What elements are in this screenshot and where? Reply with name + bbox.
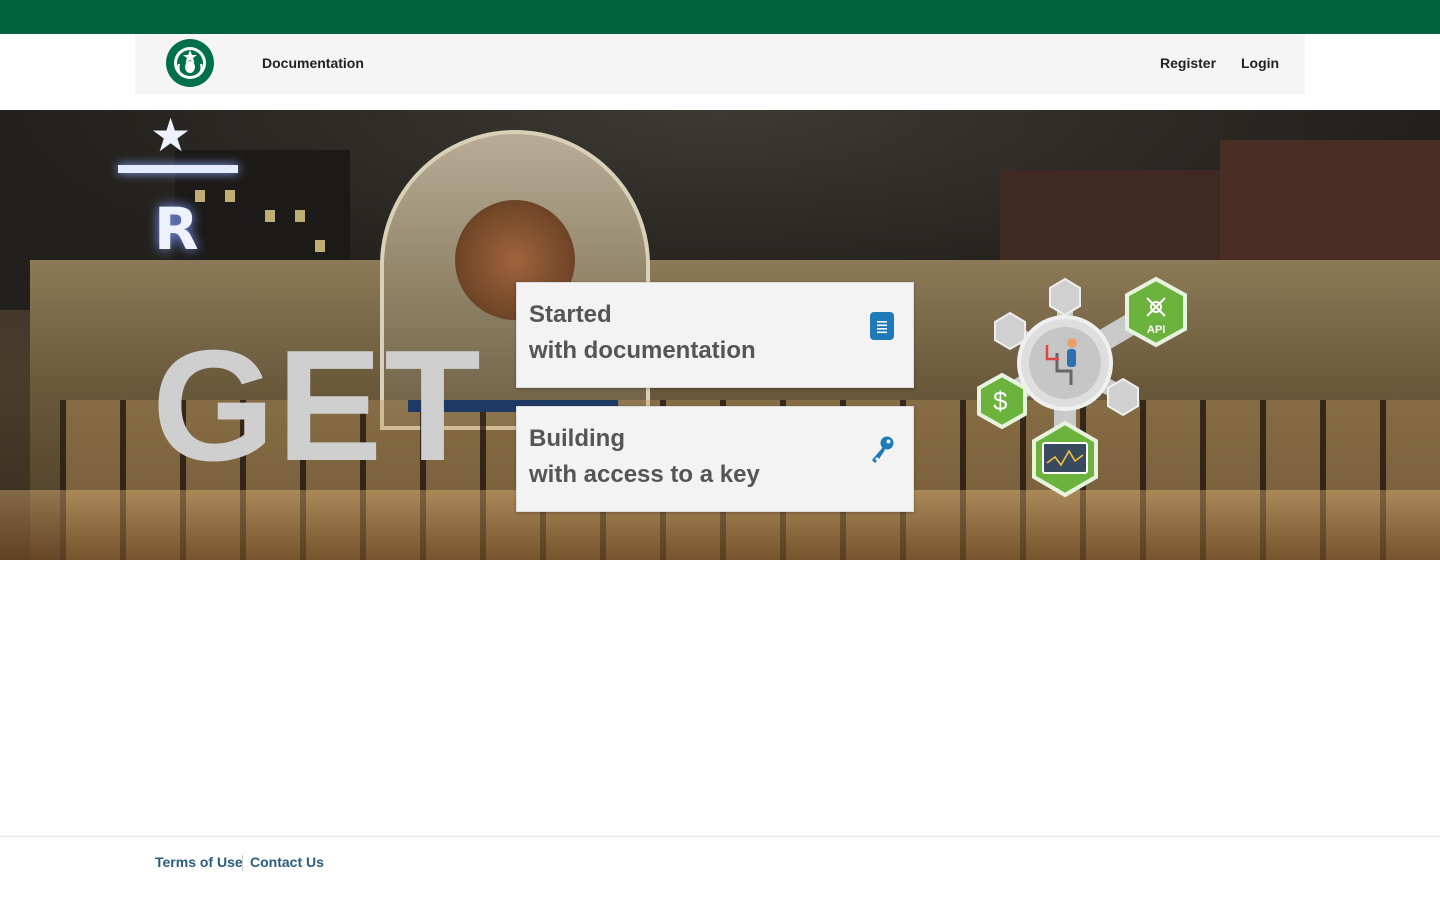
card-title: Started — [529, 301, 612, 328]
card-getting-started[interactable]: Started with documentation — [516, 282, 914, 388]
footer: Terms of Use Contact Us — [0, 836, 1440, 900]
footer-contact-link[interactable]: Contact Us — [250, 854, 324, 870]
svg-text:API: API — [1147, 324, 1165, 336]
footer-terms-link[interactable]: Terms of Use — [155, 854, 243, 870]
monitor-chart-icon — [1032, 420, 1098, 498]
dollar-icon: $ — [977, 372, 1027, 430]
top-brand-bar — [0, 0, 1440, 34]
nav-login-link[interactable]: Login — [1241, 55, 1279, 71]
footer-divider — [242, 855, 243, 871]
api-icon: API — [1125, 276, 1187, 348]
hero-headline: GET — [152, 318, 483, 494]
navigation-bar: Documentation Register Login — [135, 34, 1305, 94]
card-building[interactable]: Building with access to a key — [516, 406, 914, 512]
svg-text:$: $ — [993, 386, 1008, 416]
card-subtitle: with documentation — [529, 337, 756, 364]
nav-documentation-link[interactable]: Documentation — [262, 55, 364, 71]
api-platform-graphic: API $ — [977, 276, 1187, 498]
background-sign-star: ★ — [150, 110, 192, 161]
nav-register-link[interactable]: Register — [1160, 55, 1216, 71]
card-title: Building — [529, 425, 625, 452]
hero-banner: ★ R GET Started with documentation Build… — [0, 110, 1440, 560]
document-icon — [870, 312, 894, 340]
key-icon — [872, 436, 894, 463]
background-sign-letter: R — [154, 195, 199, 263]
starbucks-logo[interactable] — [165, 38, 215, 88]
background-sign-bar — [118, 165, 238, 173]
card-subtitle: with access to a key — [529, 461, 760, 488]
